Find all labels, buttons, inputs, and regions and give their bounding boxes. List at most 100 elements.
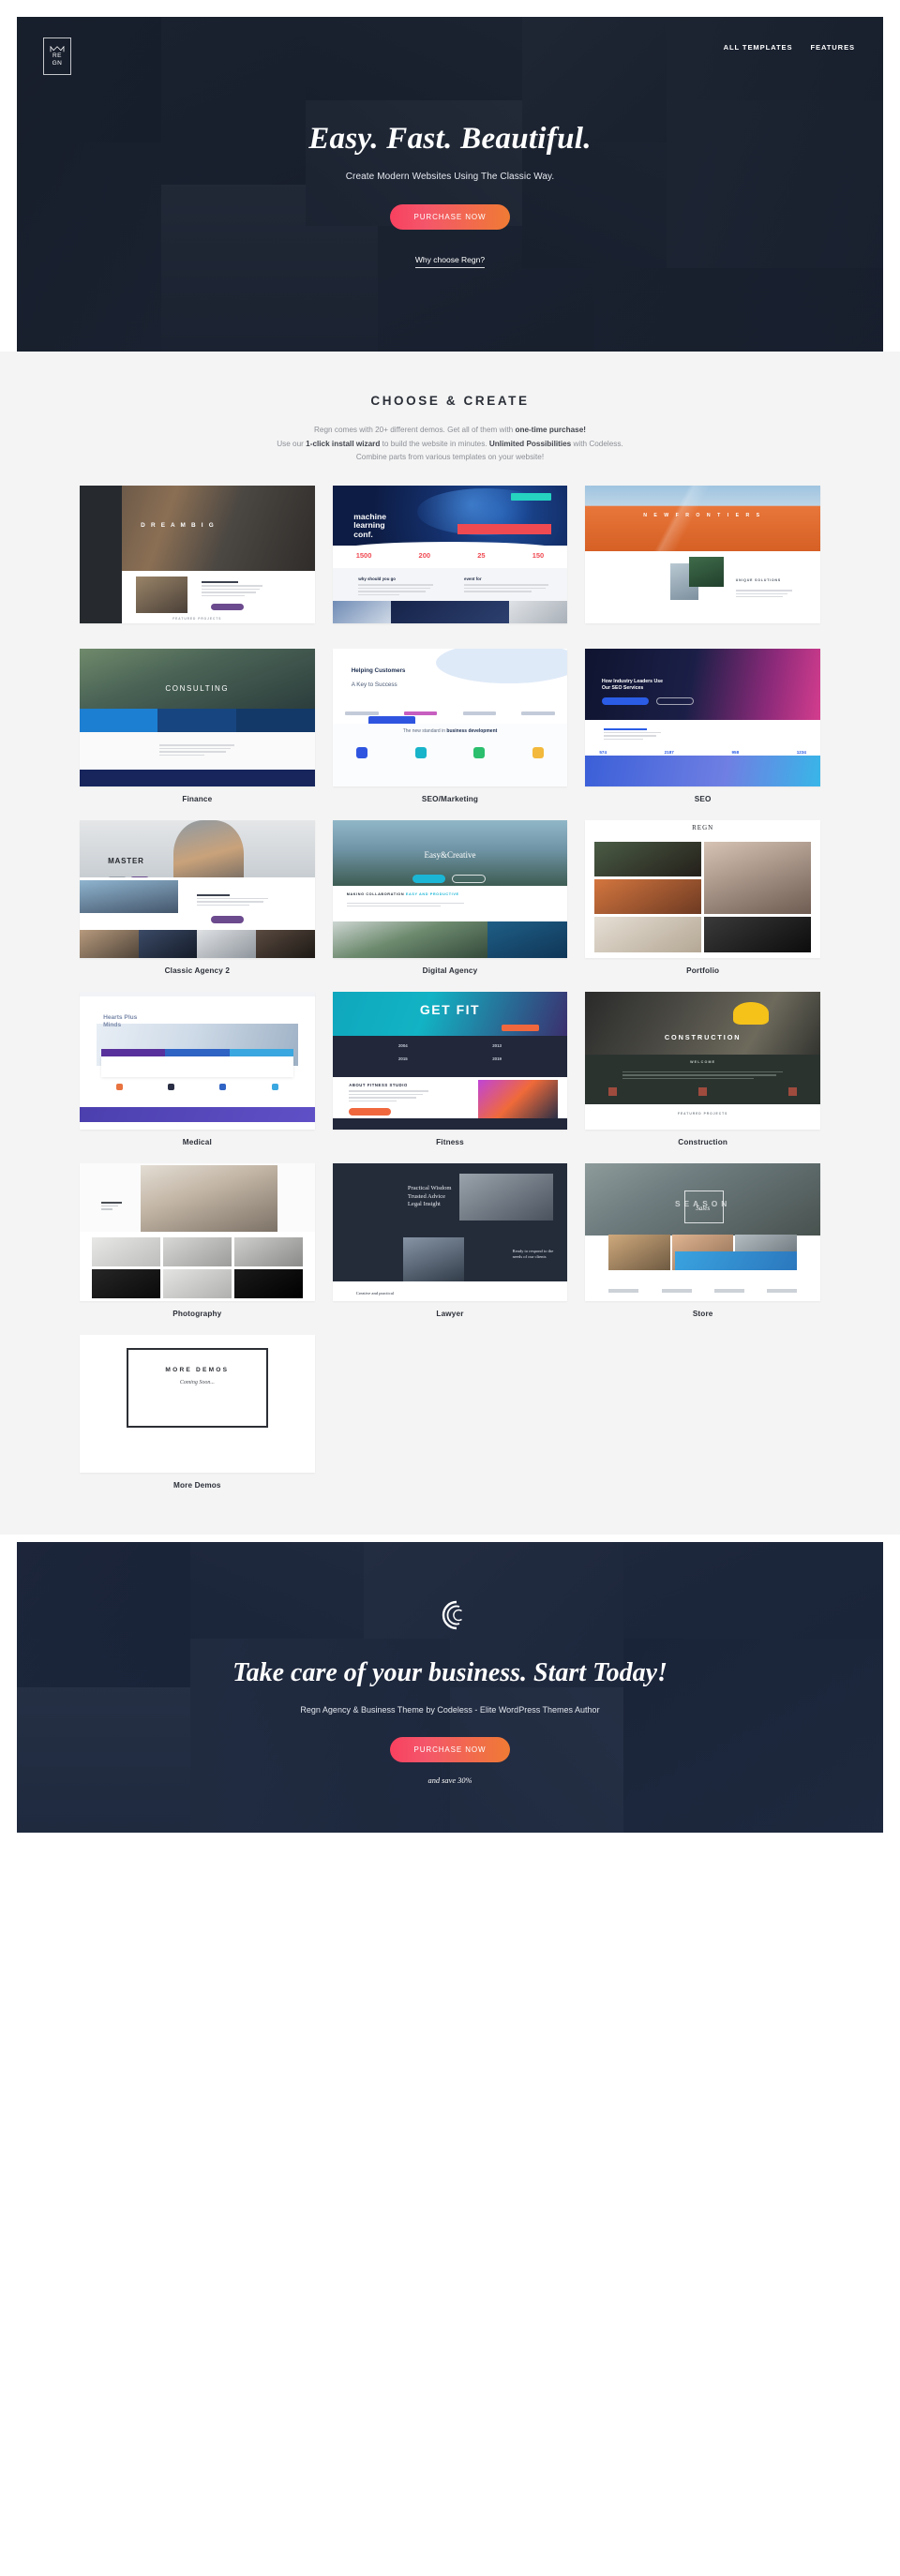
- template-card[interactable]: SEASON Sales Store: [585, 1162, 820, 1318]
- template-label: SEO: [694, 794, 712, 803]
- hero-purchase-button[interactable]: PURCHASE NOW: [390, 204, 510, 230]
- template-preview-classic-agency-2[interactable]: MASTER: [80, 819, 315, 958]
- logo-line-2: GN: [52, 59, 63, 67]
- template-preview-medical[interactable]: Hearts Plus Minds: [80, 991, 315, 1130]
- preview-brand: REGN: [692, 823, 714, 831]
- template-card[interactable]: GET FIT 2004 2013 2015 2019 ABOUT FITNES…: [332, 991, 568, 1146]
- stat-value: 150: [532, 551, 545, 561]
- template-preview-digital-agency[interactable]: Easy&Creative MAKING COLLABORATION EASY …: [332, 819, 568, 958]
- template-preview-photography[interactable]: [80, 1162, 315, 1301]
- template-label: Construction: [678, 1137, 728, 1146]
- desc-line-2b: 1-click install wizard: [306, 439, 381, 448]
- section-description: Regn comes with 20+ different demos. Get…: [0, 424, 900, 465]
- template-label: Finance: [182, 794, 213, 803]
- template-preview-lawyer[interactable]: Practical Wisdom Trusted Advice Legal In…: [332, 1162, 568, 1301]
- preview-headline: CONSTRUCTION: [664, 1032, 742, 1041]
- template-card[interactable]: Hearts Plus Minds Medical: [80, 991, 315, 1146]
- template-label: Classic Agency 2: [164, 966, 231, 975]
- template-card[interactable]: REGN Portfolio: [585, 819, 820, 975]
- preview-subhead: Coming Soon...: [179, 1379, 215, 1385]
- template-preview-portfolio[interactable]: REGN: [585, 819, 820, 958]
- template-preview-fitness[interactable]: GET FIT 2004 2013 2015 2019 ABOUT FITNES…: [332, 991, 568, 1130]
- preview-headline: GET FIT: [419, 1002, 481, 1018]
- hero-section: RE GN ALL TEMPLATES FEATURES Easy. Fast.…: [17, 17, 883, 352]
- preview-years: 2004 2013 2015 2019: [356, 1043, 545, 1061]
- cta-title: Take care of your business. Start Today!: [232, 1657, 668, 1687]
- template-preview-machine-learning[interactable]: machine learning conf. 1500 200 25 150 w…: [332, 485, 568, 623]
- preview-quote: Ready to respond to the needs of our cli…: [512, 1248, 554, 1259]
- preview-mid-a: The new standard in: [402, 727, 447, 734]
- why-choose-regn-link[interactable]: Why choose Regn?: [414, 255, 486, 268]
- template-card[interactable]: MASTER Classic Agency 2: [80, 819, 315, 975]
- template-label: Photography: [172, 1309, 222, 1318]
- desc-line-3: Combine parts from various templates on …: [355, 453, 545, 461]
- template-card[interactable]: D R E A M B I G FEATURED PROJECTS: [80, 485, 315, 632]
- template-card[interactable]: Helping Customers A Key to Success The n…: [332, 648, 568, 803]
- preview-footnote: FEATURED PROJECTS: [172, 616, 222, 621]
- templates-grid-section: D R E A M B I G FEATURED PROJECTS machin…: [0, 468, 900, 1535]
- desc-line-2e: with Codeless.: [571, 439, 623, 448]
- year-value: 2019: [492, 1056, 502, 1062]
- template-preview-store[interactable]: SEASON Sales: [585, 1162, 820, 1301]
- preview-mid-b: business development: [446, 727, 498, 734]
- nav-link-all-templates[interactable]: ALL TEMPLATES: [724, 43, 793, 52]
- template-label: Digital Agency: [422, 966, 478, 975]
- template-label: Portfolio: [686, 966, 720, 975]
- template-card[interactable]: CONSTRUCTION WELCOME FEATURED PROJECTS C…: [585, 991, 820, 1146]
- preview-headline: machine learning conf.: [353, 511, 387, 539]
- template-card[interactable]: machine learning conf. 1500 200 25 150 w…: [332, 485, 568, 632]
- main-navigation[interactable]: ALL TEMPLATES FEATURES: [724, 43, 855, 52]
- preview-numbers: 574 2187 958 1234: [599, 750, 806, 755]
- nav-link-features[interactable]: FEATURES: [810, 43, 855, 52]
- template-preview-finance[interactable]: CONSULTING: [80, 648, 315, 786]
- desc-line-1a: Regn comes with 20+ different demos. Get…: [314, 426, 516, 434]
- template-card[interactable]: Photography: [80, 1162, 315, 1318]
- preview-headline: MASTER: [108, 857, 144, 866]
- preview-headline: Easy&Creative: [424, 849, 476, 860]
- preview-about: ABOUT FITNESS STUDIO: [349, 1082, 408, 1087]
- template-preview-dream-big[interactable]: D R E A M B I G FEATURED PROJECTS: [80, 485, 315, 623]
- template-preview-more-demos[interactable]: MORE DEMOS Coming Soon...: [80, 1334, 315, 1473]
- template-card[interactable]: N E W F R O N T I E R S UNIQUE SOLUTIONS: [585, 485, 820, 632]
- section-title: CHOOSE & CREATE: [370, 394, 530, 408]
- preview-headline: MORE DEMOS: [165, 1366, 230, 1373]
- year-value: 2013: [492, 1043, 502, 1049]
- year-value: 2004: [398, 1043, 408, 1049]
- regn-logo[interactable]: RE GN: [43, 37, 71, 75]
- stat-value: 1500: [355, 551, 372, 561]
- desc-line-2d: Unlimited Possibilities: [488, 439, 572, 448]
- template-preview-new-frontiers[interactable]: N E W F R O N T I E R S UNIQUE SOLUTIONS: [585, 485, 820, 623]
- template-label: Medical: [182, 1137, 212, 1146]
- template-card[interactable]: CONSULTING Finance: [80, 648, 315, 803]
- number-value: 958: [731, 750, 740, 756]
- number-value: 1234: [796, 750, 806, 756]
- desc-line-1b: one-time purchase!: [515, 426, 586, 434]
- preview-welcome: WELCOME: [690, 1060, 716, 1064]
- preview-headline: N E W F R O N T I E R S: [643, 512, 763, 518]
- template-card[interactable]: How Industry Leaders Use Our SEO Service…: [585, 648, 820, 803]
- preview-headline-c: Minds: [103, 1022, 122, 1029]
- template-preview-construction[interactable]: CONSTRUCTION WELCOME FEATURED PROJECTS: [585, 991, 820, 1130]
- crown-icon: [50, 46, 65, 52]
- templates-grid: D R E A M B I G FEATURED PROJECTS machin…: [80, 485, 820, 1506]
- preview-headline: CONSULTING: [165, 683, 230, 693]
- template-card[interactable]: Easy&Creative MAKING COLLABORATION EASY …: [332, 819, 568, 975]
- preview-headline: Helping Customers: [351, 667, 406, 675]
- template-preview-seo[interactable]: How Industry Leaders Use Our SEO Service…: [585, 648, 820, 786]
- footer-cta-section: Take care of your business. Start Today!…: [17, 1541, 883, 1833]
- hero-subtitle: Create Modern Websites Using The Classic…: [345, 172, 555, 182]
- template-card[interactable]: Practical Wisdom Trusted Advice Legal In…: [332, 1162, 568, 1318]
- preview-headline: D R E A M B I G: [141, 522, 216, 530]
- preview-col-1: why should you go: [358, 576, 396, 581]
- choose-and-create-section: CHOOSE & CREATE Regn comes with 20+ diff…: [0, 352, 900, 469]
- preview-script: Sales: [696, 1204, 711, 1212]
- cta-purchase-button[interactable]: PURCHASE NOW: [390, 1736, 510, 1762]
- template-label: SEO/Marketing: [421, 794, 479, 803]
- template-label: More Demos: [173, 1480, 221, 1490]
- template-label: Lawyer: [436, 1309, 464, 1318]
- template-card[interactable]: MORE DEMOS Coming Soon... More Demos: [80, 1334, 315, 1490]
- template-preview-seo-marketing[interactable]: Helping Customers A Key to Success The n…: [332, 648, 568, 786]
- preview-stats: 1500 200 25 150: [333, 551, 568, 560]
- preview-mid-a: MAKING COLLABORATION: [346, 892, 406, 897]
- codeless-c-logo-icon: [442, 1600, 462, 1629]
